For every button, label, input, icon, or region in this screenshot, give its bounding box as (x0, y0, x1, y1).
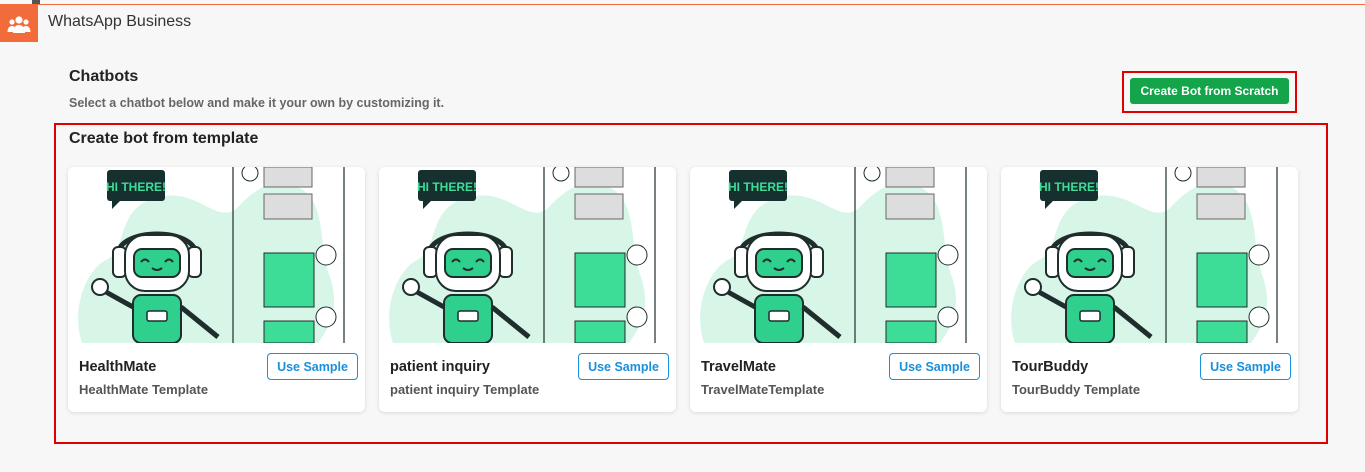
illustration-text: HI THERE! (728, 180, 788, 194)
users-group-icon[interactable] (0, 5, 38, 42)
chatbot-illustration: HI THERE! (68, 167, 365, 344)
template-card[interactable]: HI THERE! patient inquiry patient inquir… (379, 167, 676, 412)
use-sample-button[interactable]: Use Sample (1200, 353, 1291, 380)
page-subtitle: Select a chatbot below and make it your … (69, 96, 445, 110)
template-description: TourBuddy Template (1012, 382, 1141, 397)
use-sample-button[interactable]: Use Sample (889, 353, 980, 380)
template-name: HealthMate (79, 359, 157, 375)
top-accent-line (0, 4, 1365, 5)
template-name: TourBuddy (1012, 359, 1089, 375)
app-title: WhatsApp Business (48, 13, 192, 30)
chatbot-illustration: HI THERE! (1001, 167, 1298, 344)
illustration-text: HI THERE! (106, 180, 166, 194)
use-sample-button[interactable]: Use Sample (578, 353, 669, 380)
template-name: patient inquiry (390, 359, 490, 375)
template-name: TravelMate (701, 359, 776, 375)
section-title: Create bot from template (69, 130, 259, 147)
template-description: TravelMateTemplate (701, 382, 825, 397)
chatbot-illustration: HI THERE! (690, 167, 987, 344)
template-card[interactable]: HI THERE! TravelMate TravelMateTemplate … (690, 167, 987, 412)
template-card[interactable]: HI THERE! TourBuddy TourBuddy Template U… (1001, 167, 1298, 412)
illustration-text: HI THERE! (1039, 180, 1099, 194)
template-card[interactable]: HI THERE! HealthMate HealthMate Template… (68, 167, 365, 412)
illustration-text: HI THERE! (417, 180, 477, 194)
page-title: Chatbots (69, 68, 139, 85)
template-description: HealthMate Template (79, 382, 209, 397)
create-bot-from-scratch-button[interactable]: Create Bot from Scratch (1130, 78, 1289, 104)
chatbot-illustration: HI THERE! (379, 167, 676, 344)
template-description: patient inquiry Template (390, 382, 540, 397)
use-sample-button[interactable]: Use Sample (267, 353, 358, 380)
